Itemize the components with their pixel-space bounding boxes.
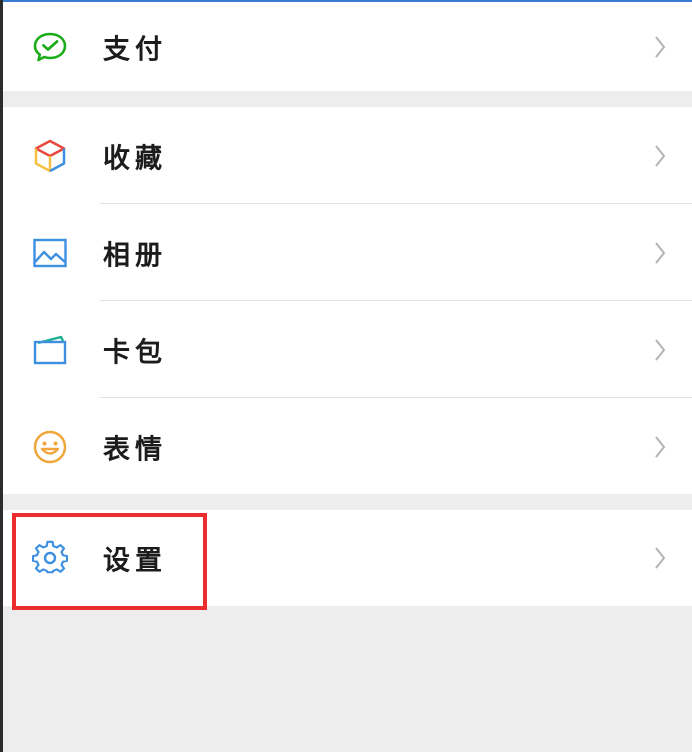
menu-item-label: 相册 [103, 240, 167, 271]
cube-icon [32, 138, 68, 174]
menu-item-label: 支付 [103, 34, 167, 65]
gear-icon [31, 540, 69, 576]
card-icon [32, 332, 68, 368]
image-icon [32, 235, 68, 271]
menu-item-settings[interactable]: 设置 [3, 510, 692, 606]
chevron-right-icon [654, 144, 666, 168]
menu-item-label: 卡包 [103, 337, 167, 368]
chevron-right-icon [654, 35, 666, 59]
menu-group-settings: 设置 [3, 510, 692, 606]
menu-item-pay[interactable]: 支付 [3, 2, 692, 91]
chevron-right-icon [654, 241, 666, 265]
menu-group-main: 收藏 相册 卡包 表情 [3, 107, 692, 494]
menu-item-label: 设置 [103, 545, 167, 577]
smiley-icon [32, 429, 68, 465]
wechat-pay-icon [32, 29, 68, 65]
menu-group-pay: 支付 [3, 2, 692, 91]
chevron-right-icon [654, 435, 666, 459]
menu-item-label: 收藏 [103, 143, 167, 174]
chevron-right-icon [654, 546, 666, 570]
menu-item-cards[interactable]: 卡包 [3, 301, 692, 398]
chevron-right-icon [654, 338, 666, 362]
menu-item-favorites[interactable]: 收藏 [3, 107, 692, 204]
menu-item-album[interactable]: 相册 [3, 204, 692, 301]
menu-item-label: 表情 [103, 434, 167, 465]
menu-item-stickers[interactable]: 表情 [3, 398, 692, 495]
